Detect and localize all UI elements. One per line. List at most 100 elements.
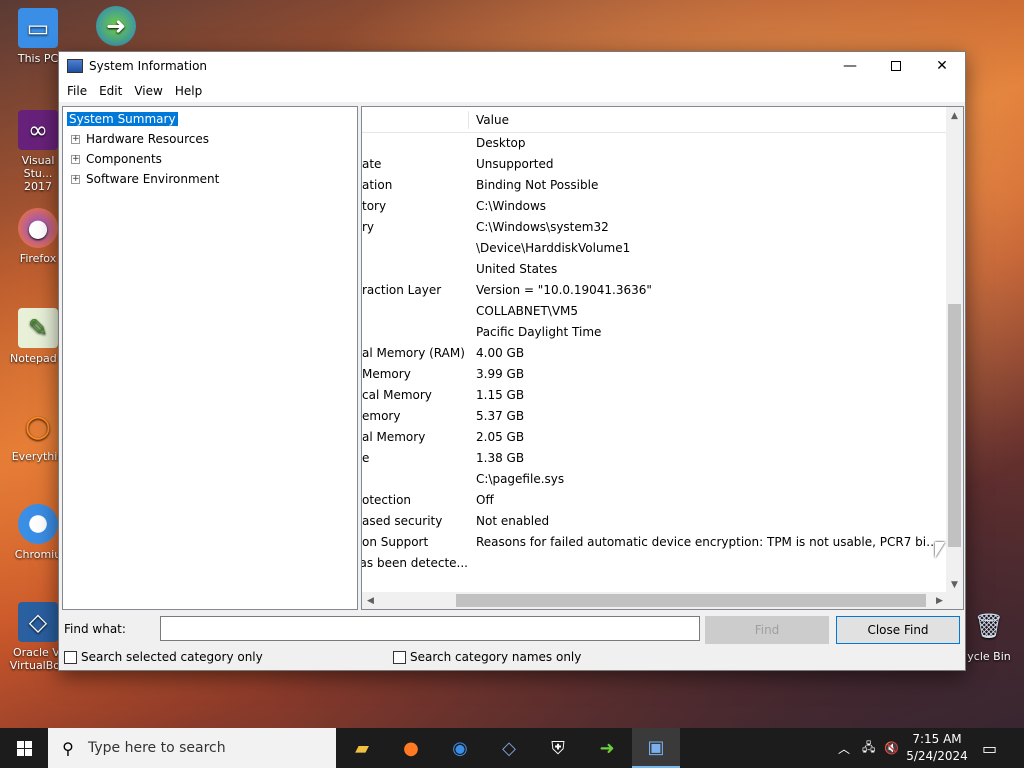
taskbar-security[interactable]: ⛨ xyxy=(534,728,582,768)
scroll-down-icon[interactable]: ▼ xyxy=(946,576,963,593)
tree-item-components[interactable]: + Components xyxy=(67,150,162,168)
volume-tray[interactable]: 🔇 xyxy=(884,728,899,768)
menu-file[interactable]: File xyxy=(61,84,93,98)
list-row[interactable]: al Memory 2.05 GB xyxy=(362,427,946,448)
everything-icon: ○ xyxy=(24,408,52,444)
list-row[interactable]: emory 5.37 GB xyxy=(362,406,946,427)
menu-view[interactable]: View xyxy=(128,84,168,98)
taskbar-file-explorer[interactable]: ▰ xyxy=(338,728,386,768)
mouse-cursor-icon xyxy=(935,542,945,558)
tree-item-label: Components xyxy=(86,152,162,166)
row-item-text: al Memory xyxy=(362,430,426,444)
tree-item-hardware-resources[interactable]: + Hardware Resources xyxy=(67,130,209,148)
row-value-cell: Unsupported xyxy=(476,157,554,171)
search-selected-category-checkbox[interactable]: Search selected category only xyxy=(64,650,263,664)
expand-plus-icon[interactable]: + xyxy=(71,154,80,164)
expand-plus-icon[interactable]: + xyxy=(71,134,80,144)
expand-plus-icon[interactable]: + xyxy=(71,174,80,184)
taskbar-idm[interactable]: ➜ xyxy=(583,728,631,768)
row-item-cell: al Memory (RAM) xyxy=(362,346,468,360)
scroll-left-icon[interactable]: ◀ xyxy=(362,592,379,609)
row-value-cell: \Device\HarddiskVolume1 xyxy=(476,241,631,255)
clock-time: 7:15 AM xyxy=(912,732,962,746)
checkbox-box[interactable] xyxy=(393,650,406,664)
show-hidden-icons[interactable]: ︿ xyxy=(838,728,850,768)
list-row[interactable]: ation Binding Not Possible xyxy=(362,175,946,196)
desktop-icon-idm[interactable]: ➜ xyxy=(88,6,144,50)
network-tray[interactable]: 🖧 xyxy=(862,728,875,768)
value-column-header[interactable]: Value xyxy=(476,113,509,127)
row-value-cell: 4.00 GB xyxy=(476,346,525,360)
vertical-scroll-thumb[interactable] xyxy=(948,304,961,547)
menu-edit[interactable]: Edit xyxy=(93,84,128,98)
category-tree[interactable]: System Summary + Hardware Resources + Co… xyxy=(62,106,358,610)
chromium-icon xyxy=(18,504,58,544)
details-list[interactable]: Value Desktop ate Unsupported ation Binding … xyxy=(361,106,964,610)
checkbox-label: Search selected category only xyxy=(81,650,263,664)
taskbar-virtualbox[interactable]: ◇ xyxy=(485,728,533,768)
minimize-button[interactable]: — xyxy=(827,52,873,80)
find-what-input[interactable] xyxy=(160,616,700,641)
start-button[interactable] xyxy=(0,728,48,768)
list-row[interactable]: Memory 3.99 GB xyxy=(362,364,946,385)
taskbar-system-information[interactable]: ▣ xyxy=(632,728,680,768)
row-item-text: ate xyxy=(362,157,382,171)
notification-center-button[interactable]: ▭ xyxy=(982,728,997,768)
list-row[interactable]: United States xyxy=(362,259,946,280)
taskbar-firefox[interactable]: ● xyxy=(387,728,435,768)
row-item-text: al Memory (RAM) xyxy=(362,346,465,360)
list-row[interactable]: as been detecte... xyxy=(362,553,946,574)
row-item-text: cal Memory xyxy=(362,388,432,402)
column-divider[interactable] xyxy=(468,111,469,129)
tree-item-system-summary[interactable]: System Summary xyxy=(67,110,178,128)
close-find-button[interactable]: Close Find xyxy=(836,616,960,644)
list-row[interactable]: e 1.38 GB xyxy=(362,448,946,469)
firefox-icon: ● xyxy=(18,208,58,248)
vertical-scrollbar[interactable]: ▲ ▼ xyxy=(946,107,963,593)
list-row[interactable]: ased security Not enabled xyxy=(362,511,946,532)
maximize-button[interactable] xyxy=(873,52,919,80)
list-row[interactable]: ry C:\Windows\system32 xyxy=(362,217,946,238)
row-value-cell: 2.05 GB xyxy=(476,430,525,444)
row-value-cell: C:\Windows xyxy=(476,199,547,213)
row-item-cell: cal Memory xyxy=(362,388,468,402)
list-row[interactable]: cal Memory 1.15 GB xyxy=(362,385,946,406)
horizontal-scrollbar[interactable]: ◀ ▶ xyxy=(362,592,948,609)
list-row[interactable]: otection Off xyxy=(362,490,946,511)
visual-studio-icon: ∞ xyxy=(18,110,58,150)
list-row[interactable]: on Support Reasons for failed automatic d… xyxy=(362,532,946,553)
row-item-cell: ased security xyxy=(362,514,468,528)
find-button[interactable]: Find xyxy=(705,616,829,644)
list-row[interactable]: Desktop xyxy=(362,133,946,154)
taskbar-clock[interactable]: 7:15 AM 5/24/2024 xyxy=(902,731,972,765)
checkbox-box[interactable] xyxy=(64,650,77,664)
desktop-icon-recycle-bin[interactable]: 🗑 ycle Bin xyxy=(958,606,1020,663)
recycle-bin-icon: 🗑 xyxy=(973,612,1005,640)
title-bar[interactable]: System Information — ✕ xyxy=(59,52,965,80)
clock-date: 5/24/2024 xyxy=(906,749,968,763)
list-row[interactable]: raction Layer Version = "10.0.19041.3636" xyxy=(362,280,946,301)
list-row[interactable]: COLLABNET\VM5 xyxy=(362,301,946,322)
list-row[interactable]: Pacific Daylight Time xyxy=(362,322,946,343)
network-icon: 🖧 xyxy=(862,739,876,754)
list-row[interactable]: al Memory (RAM) 4.00 GB xyxy=(362,343,946,364)
list-row[interactable]: C:\pagefile.sys xyxy=(362,469,946,490)
checkbox-label: Search category names only xyxy=(410,650,582,664)
row-value-cell: 1.15 GB xyxy=(476,388,525,402)
scroll-up-icon[interactable]: ▲ xyxy=(946,107,963,124)
taskbar-search-box[interactable]: ⚲ Type here to search xyxy=(48,728,336,768)
horizontal-scroll-thumb[interactable] xyxy=(456,594,926,607)
row-value-cell: Not enabled xyxy=(476,514,550,528)
taskbar-chromium[interactable]: ◉ xyxy=(436,728,484,768)
system-information-icon xyxy=(67,59,83,73)
list-row[interactable]: ate Unsupported xyxy=(362,154,946,175)
search-category-names-checkbox[interactable]: Search category names only xyxy=(393,650,581,664)
close-button[interactable]: ✕ xyxy=(919,52,965,80)
list-row[interactable]: tory C:\Windows xyxy=(362,196,946,217)
row-item-text: Memory xyxy=(362,367,411,381)
tree-item-software-environment[interactable]: + Software Environment xyxy=(67,170,219,188)
list-row[interactable]: \Device\HarddiskVolume1 xyxy=(362,238,946,259)
file-explorer-icon: ▰ xyxy=(355,737,369,759)
row-value-cell: 5.37 GB xyxy=(476,409,525,423)
menu-help[interactable]: Help xyxy=(169,84,208,98)
